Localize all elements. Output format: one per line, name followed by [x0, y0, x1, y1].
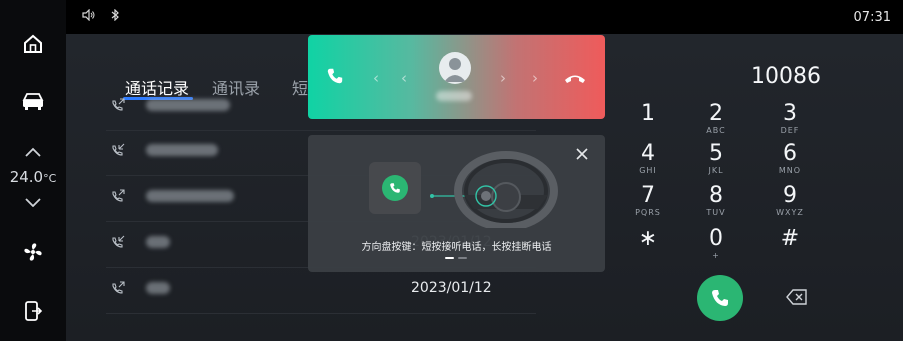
dial-key[interactable]: #	[760, 227, 820, 251]
answer-button-illustration	[369, 162, 421, 214]
dial-key[interactable]: ∗	[618, 227, 678, 251]
dial-key-digit: 6	[783, 141, 797, 166]
contact-name-blurred	[146, 236, 170, 248]
car-icon	[22, 93, 44, 110]
incoming-call-banner: ‹ ‹ › ›	[308, 35, 605, 119]
temp-up-button[interactable]	[18, 137, 48, 167]
dial-key-letters: GHI	[639, 166, 657, 175]
left-rail: 24.0°C	[0, 0, 66, 341]
dial-key-letters: WXYZ	[776, 208, 804, 217]
home-icon	[24, 34, 42, 53]
outgoing-call-icon	[112, 281, 125, 294]
fan-icon	[24, 243, 42, 261]
dial-key[interactable]: 9 WXYZ	[760, 183, 820, 218]
hangup-icon[interactable]	[563, 71, 587, 85]
vehicle-button[interactable]	[18, 86, 48, 116]
clock: 07:31	[853, 10, 891, 25]
dial-key-digit: 0	[709, 226, 723, 251]
dial-key-letters: ABC	[706, 126, 726, 135]
chevron-down-icon	[25, 198, 41, 207]
dial-key[interactable]: 8 TUV	[686, 183, 746, 218]
caller-name-blurred	[436, 91, 472, 101]
phone-exit-icon	[25, 301, 43, 321]
dial-key-digit: 8	[709, 183, 723, 208]
phone-icon	[712, 290, 728, 306]
dial-key-digit: ∗	[638, 226, 658, 251]
dial-key[interactable]: 0 +	[686, 226, 746, 261]
dial-key[interactable]: 2 ABC	[686, 101, 746, 136]
temperature-number: 24.0	[9, 168, 44, 186]
dial-key[interactable]: 3 DEF	[760, 101, 820, 136]
status-icons	[82, 8, 121, 24]
person-icon	[444, 58, 466, 82]
call-date: 2023/01/12	[411, 280, 492, 296]
status-bar: 07:31	[66, 0, 903, 34]
dial-key-letters: JKL	[708, 166, 724, 175]
dial-key-digit: 3	[783, 101, 797, 126]
phone-mirror-button[interactable]	[18, 296, 48, 326]
contact-name-blurred	[146, 144, 218, 156]
tip-text: 方向盘按键：短按接听电话，长按挂断电话	[361, 242, 552, 253]
phone-icon	[390, 183, 400, 193]
dialed-number: 10086	[751, 64, 821, 89]
speaker-icon	[82, 8, 95, 22]
temp-down-button[interactable]	[18, 187, 48, 217]
incoming-call-icon	[112, 235, 125, 248]
dial-key[interactable]: 5 JKL	[686, 141, 746, 176]
steering-wheel-illustration	[430, 151, 558, 228]
dial-key-letters: DEF	[780, 126, 800, 135]
dial-key[interactable]: 6 MNO	[760, 141, 820, 176]
dial-key-letters: TUV	[706, 208, 726, 217]
steering-tip-popup: 方向盘按键：短按接听电话，长按挂断电话	[308, 135, 605, 272]
bluetooth-icon	[111, 8, 119, 22]
dial-key-letters: +	[712, 251, 720, 260]
dial-key[interactable]: 4 GHI	[618, 141, 678, 176]
fan-button[interactable]	[18, 237, 48, 267]
page-indicator-active	[445, 257, 454, 259]
contact-name-blurred	[146, 99, 230, 111]
outgoing-call-icon	[112, 189, 125, 202]
dial-key-digit: 7	[641, 183, 655, 208]
chevron-left-icon: ‹	[401, 69, 407, 87]
home-button[interactable]	[18, 29, 48, 59]
chevron-right-icon: ›	[500, 69, 506, 87]
chevron-up-icon	[25, 147, 41, 157]
dial-key-digit: 1	[641, 101, 655, 126]
outgoing-call-icon	[112, 98, 125, 111]
backspace-icon[interactable]	[786, 289, 808, 305]
chevron-left-icon: ‹	[373, 69, 379, 87]
dial-key-letters: PQRS	[635, 208, 661, 217]
contact-name-blurred	[146, 190, 234, 202]
dial-key[interactable]: 7 PQRS	[618, 183, 678, 218]
green-call-dot	[382, 175, 408, 201]
contact-name-blurred	[146, 282, 170, 294]
dial-key-digit: 5	[709, 141, 723, 166]
incoming-call-icon	[112, 143, 125, 156]
dial-call-button[interactable]	[697, 275, 743, 321]
dial-key-digit: 2	[709, 101, 723, 126]
dial-key-digit: 9	[783, 183, 797, 208]
answer-call-icon[interactable]	[326, 67, 344, 85]
chevron-right-icon: ›	[532, 69, 538, 87]
dial-key-letters: MNO	[778, 166, 802, 175]
call-log-row[interactable]: 2023/01/12	[106, 267, 536, 314]
page-indicator-inactive	[458, 257, 467, 259]
dial-key-digit: #	[780, 226, 800, 251]
temperature-value: 24.0°C	[0, 168, 66, 186]
dial-key-digit: 4	[641, 141, 655, 166]
caller-avatar	[439, 52, 471, 84]
temperature-unit: °C	[43, 172, 57, 185]
dial-key[interactable]: 1	[618, 102, 678, 126]
